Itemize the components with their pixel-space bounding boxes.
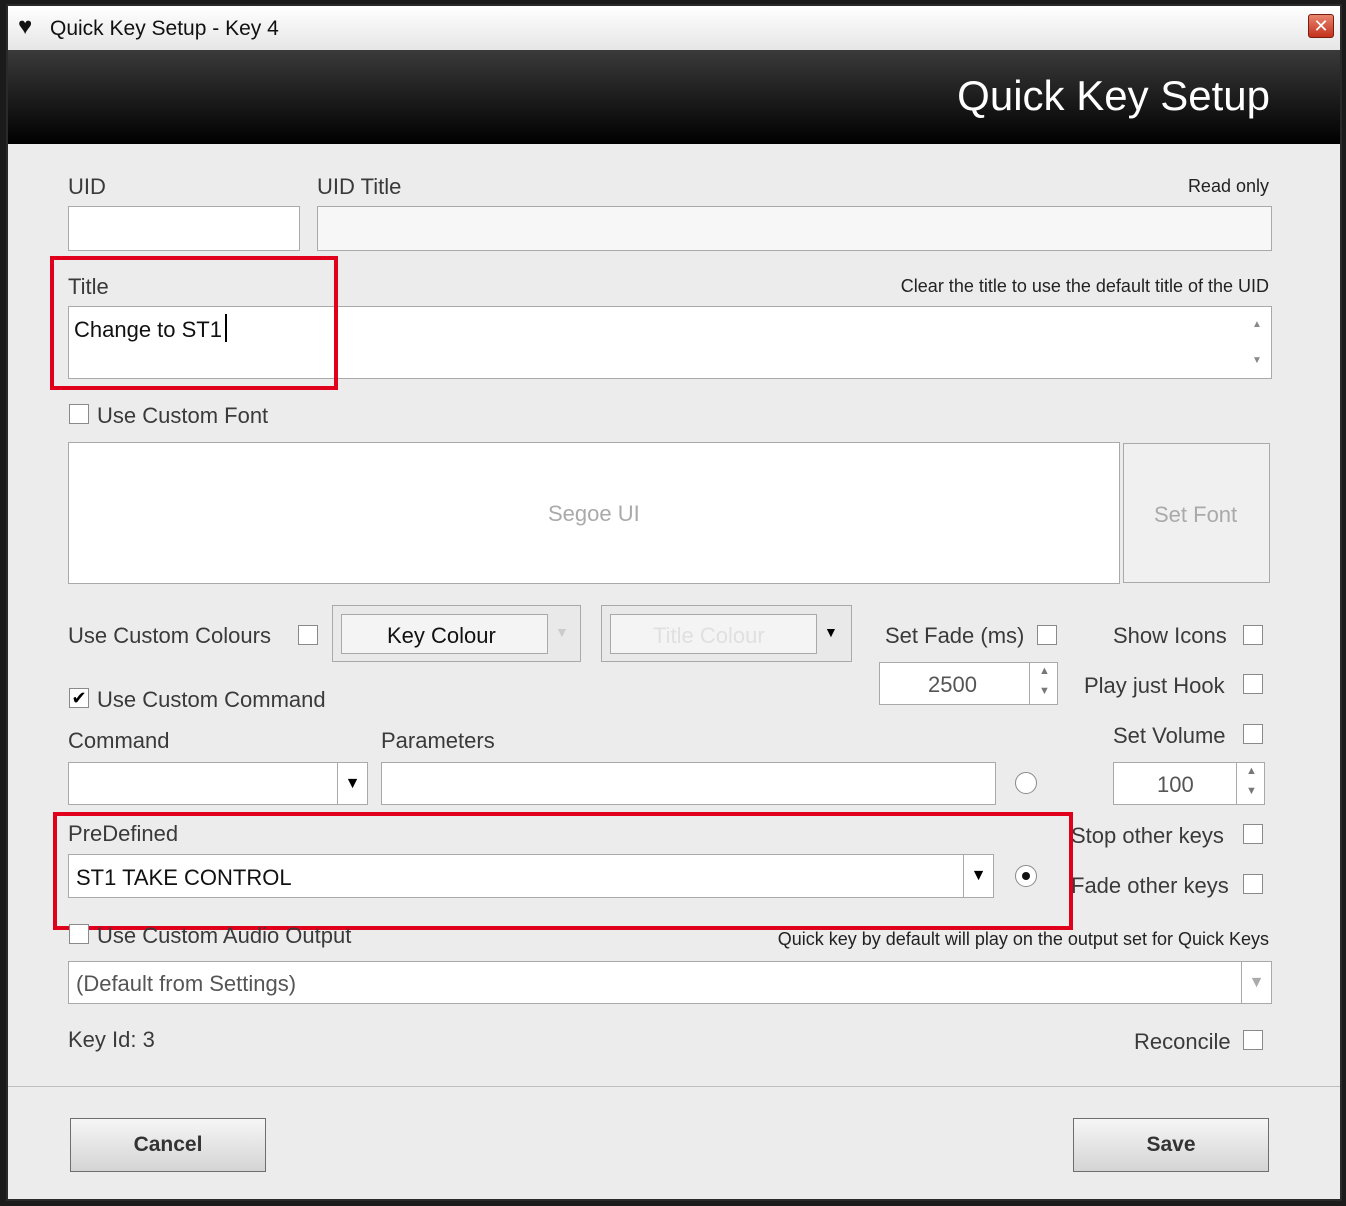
fade-spin-buttons[interactable]: ▲ ▼ xyxy=(1029,663,1057,704)
cancel-button[interactable]: Cancel xyxy=(70,1118,266,1172)
font-preview-text: Segoe UI xyxy=(548,501,640,526)
audio-output-dropdown-arrow-icon[interactable]: ▼ xyxy=(1241,962,1271,1003)
title-highlight-box xyxy=(50,256,338,390)
uid-title-input[interactable] xyxy=(317,206,1272,251)
title-colour-button[interactable]: Title Colour xyxy=(610,614,817,654)
scroll-up-icon[interactable]: ▲ xyxy=(1252,319,1262,330)
font-preview: Segoe UI xyxy=(68,442,1120,584)
set-volume-label: Set Volume xyxy=(1113,723,1226,748)
use-custom-font-label: Use Custom Font xyxy=(97,403,269,428)
use-custom-colours-label: Use Custom Colours xyxy=(68,623,271,648)
use-custom-font-checkbox[interactable] xyxy=(69,404,89,424)
play-just-hook-label: Play just Hook xyxy=(1084,673,1225,698)
show-icons-checkbox[interactable] xyxy=(1243,625,1263,645)
use-custom-command-label: Use Custom Command xyxy=(97,687,326,712)
fade-other-keys-label: Fade other keys xyxy=(1071,873,1229,898)
volume-spinner[interactable]: 100 ▲ ▼ xyxy=(1113,762,1265,805)
spin-up-icon[interactable]: ▲ xyxy=(1039,665,1050,677)
parameters-input[interactable] xyxy=(381,762,996,805)
close-button[interactable]: ✕ xyxy=(1308,14,1334,38)
spin-up-icon[interactable]: ▲ xyxy=(1246,765,1257,777)
use-custom-command-checkbox[interactable]: ✔ xyxy=(69,688,89,708)
set-font-button[interactable]: Set Font xyxy=(1123,443,1270,583)
fade-other-keys-checkbox[interactable] xyxy=(1243,874,1263,894)
command-label: Command xyxy=(68,728,170,753)
set-fade-label: Set Fade (ms) xyxy=(885,623,1025,648)
reconcile-checkbox[interactable] xyxy=(1243,1030,1263,1050)
dialog-header: Quick Key Setup xyxy=(8,50,1340,144)
command-mode-radio[interactable] xyxy=(1015,772,1037,794)
uid-title-label: UID Title xyxy=(317,174,402,199)
predefined-highlight-box xyxy=(53,812,1073,930)
key-colour-dropdown-icon[interactable]: ▼ xyxy=(555,624,569,640)
key-colour-picker[interactable]: Key Colour ▼ xyxy=(332,605,581,662)
spin-down-icon[interactable]: ▼ xyxy=(1039,685,1050,697)
command-dropdown-arrow-icon[interactable]: ▼ xyxy=(337,763,367,804)
stop-other-keys-checkbox[interactable] xyxy=(1243,824,1263,844)
title-scrollbar[interactable]: ▲ ▼ xyxy=(1245,307,1271,378)
key-colour-button[interactable]: Key Colour xyxy=(341,614,548,654)
window-title: Quick Key Setup - Key 4 xyxy=(50,17,279,40)
use-custom-audio-output-checkbox[interactable] xyxy=(69,924,89,944)
reconcile-label: Reconcile xyxy=(1134,1029,1231,1054)
footer-separator xyxy=(8,1086,1340,1087)
stop-other-keys-label: Stop other keys xyxy=(1071,823,1224,848)
use-custom-colours-checkbox[interactable] xyxy=(298,625,318,645)
title-hint: Clear the title to use the default title… xyxy=(900,276,1269,296)
volume-spin-buttons[interactable]: ▲ ▼ xyxy=(1236,763,1264,804)
scroll-down-icon[interactable]: ▼ xyxy=(1252,355,1262,366)
set-volume-checkbox[interactable] xyxy=(1243,724,1263,744)
quick-key-setup-dialog: ♥ Quick Key Setup - Key 4 ✕ Quick Key Se… xyxy=(6,4,1342,1201)
heart-icon: ♥ xyxy=(18,13,33,40)
uid-input[interactable] xyxy=(68,206,300,251)
set-fade-checkbox[interactable] xyxy=(1037,625,1057,645)
parameters-label: Parameters xyxy=(381,728,495,753)
key-id-text: Key Id: 3 xyxy=(68,1027,155,1052)
show-icons-label: Show Icons xyxy=(1113,623,1227,648)
play-just-hook-checkbox[interactable] xyxy=(1243,674,1263,694)
title-colour-dropdown-icon[interactable]: ▼ xyxy=(824,624,838,640)
use-custom-audio-output-label: Use Custom Audio Output xyxy=(97,923,352,948)
save-button[interactable]: Save xyxy=(1073,1118,1269,1172)
uid-label: UID xyxy=(68,174,106,199)
read-only-note: Read only xyxy=(1187,176,1269,196)
spin-down-icon[interactable]: ▼ xyxy=(1246,785,1257,797)
window-titlebar[interactable]: ♥ Quick Key Setup - Key 4 ✕ xyxy=(8,6,1340,51)
header-title: Quick Key Setup xyxy=(957,72,1270,119)
audio-output-dropdown[interactable]: (Default from Settings) ▼ xyxy=(68,961,1272,1004)
command-dropdown[interactable]: ▼ xyxy=(68,762,368,805)
fade-ms-spinner[interactable]: 2500 ▲ ▼ xyxy=(879,662,1058,705)
audio-output-hint: Quick key by default will play on the ou… xyxy=(777,929,1269,949)
title-colour-picker[interactable]: Title Colour ▼ xyxy=(601,605,852,662)
